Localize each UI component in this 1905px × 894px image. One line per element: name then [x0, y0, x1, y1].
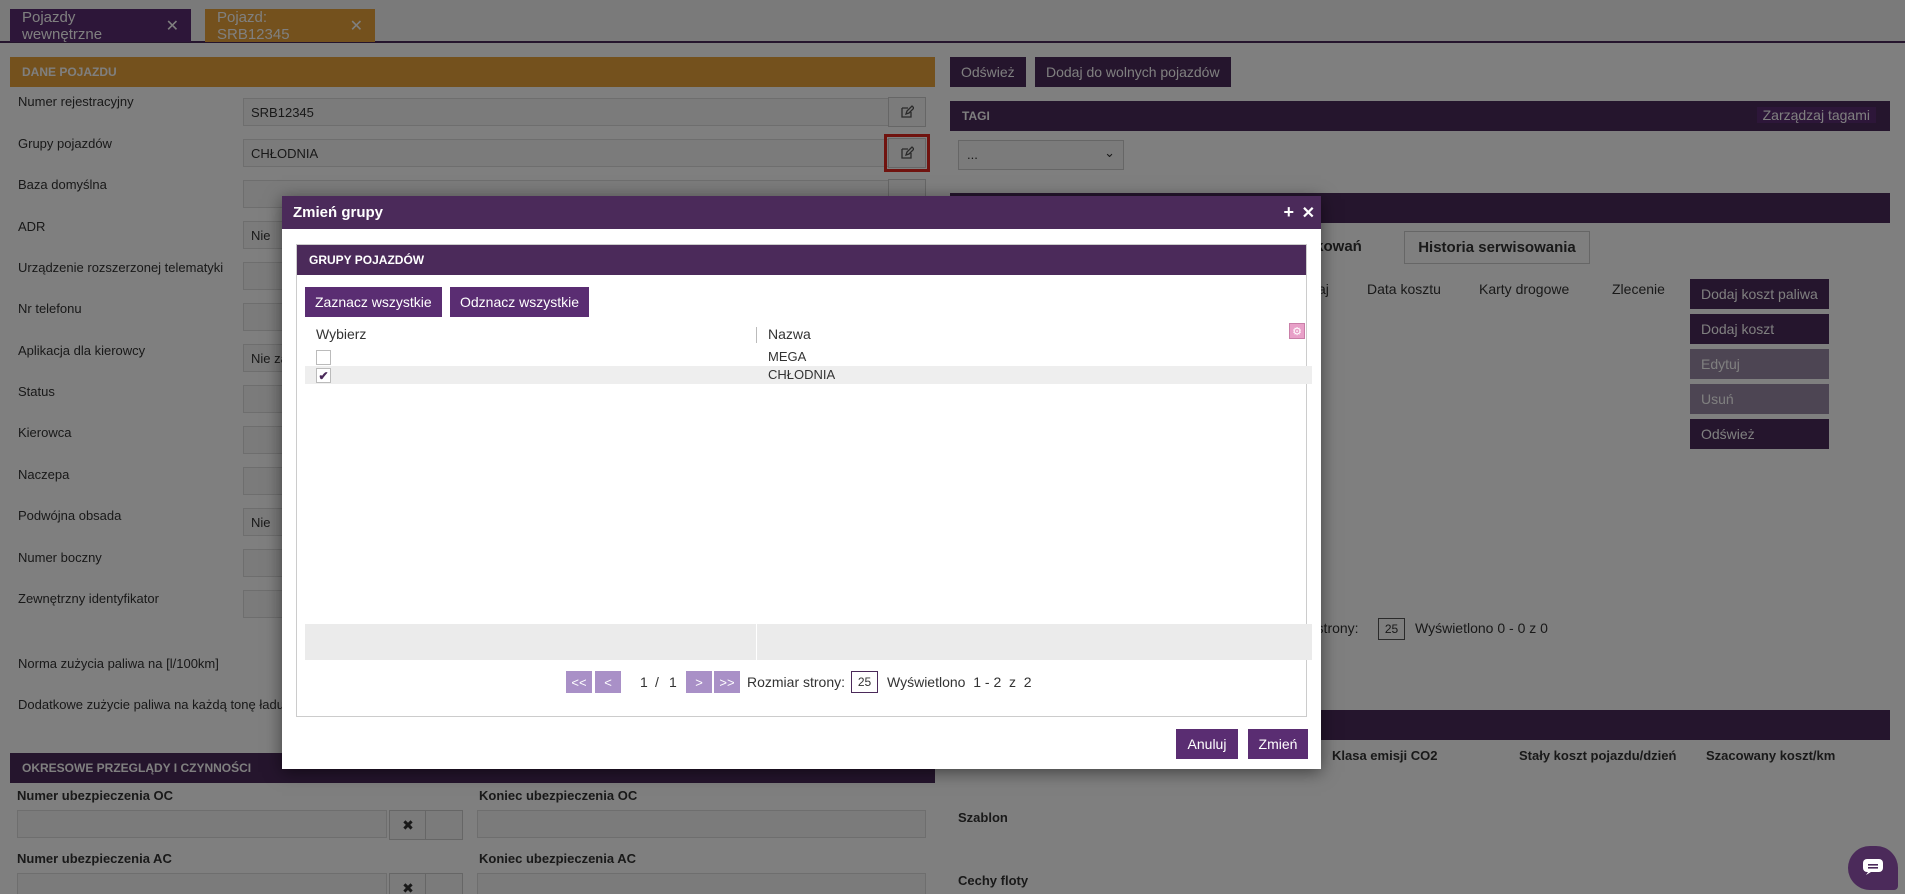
- page-size-label: Rozmiar strony:: [747, 674, 846, 690]
- current-page: 1: [640, 674, 648, 690]
- first-page-button[interactable]: <<: [566, 671, 592, 693]
- last-page-button[interactable]: >>: [714, 671, 740, 693]
- vehicle-groups-header: GRUPY POJAZDÓW: [297, 245, 1306, 275]
- dialog-title: Zmień grupy: [293, 204, 384, 221]
- deselect-all-button[interactable]: Odznacz wszystkie: [450, 287, 590, 317]
- change-groups-dialog: Zmień grupy + ✕ GRUPY POJAZDÓW Zaznacz w…: [282, 196, 1321, 769]
- prev-page-button[interactable]: <: [595, 671, 621, 693]
- cancel-button[interactable]: Anuluj: [1176, 729, 1238, 759]
- row-checkbox[interactable]: [316, 350, 331, 365]
- total-pages: 1: [669, 674, 677, 690]
- gear-icon[interactable]: ⚙: [1289, 323, 1305, 339]
- column-name[interactable]: Nazwa: [768, 326, 811, 342]
- dialog-titlebar: Zmień grupy + ✕: [282, 196, 1321, 229]
- column-divider: [756, 327, 757, 343]
- page-separator: /: [655, 674, 659, 690]
- shown-count: Wyświetlono 1 - 2 z 2: [887, 674, 1032, 690]
- select-all-button[interactable]: Zaznacz wszystkie: [305, 287, 442, 317]
- pager: << < 1 / 1 > >> Rozmiar strony: 25 Wyświ…: [297, 669, 1308, 697]
- grid-header: Wybierz Nazwa ⚙: [305, 323, 1305, 345]
- group-name: MEGA: [768, 349, 807, 364]
- vehicle-groups-box: GRUPY POJAZDÓW Zaznacz wszystkie Odznacz…: [296, 244, 1312, 717]
- row-checkbox[interactable]: ✔: [316, 368, 331, 383]
- change-button[interactable]: Zmień: [1248, 729, 1308, 759]
- maximize-icon[interactable]: +: [1283, 202, 1294, 223]
- chat-button[interactable]: [1848, 846, 1898, 890]
- column-divider: [756, 624, 757, 660]
- column-select[interactable]: Wybierz: [316, 326, 366, 342]
- page-size-input[interactable]: 25: [851, 671, 878, 693]
- group-name: CHŁODNIA: [768, 367, 836, 382]
- close-icon[interactable]: ✕: [1302, 203, 1315, 223]
- table-row[interactable]: MEGA: [305, 348, 1312, 366]
- next-page-button[interactable]: >: [686, 671, 712, 693]
- grid-footer: [305, 624, 1312, 660]
- table-row[interactable]: ✔ CHŁODNIA: [305, 366, 1312, 384]
- chat-icon: [1862, 858, 1884, 879]
